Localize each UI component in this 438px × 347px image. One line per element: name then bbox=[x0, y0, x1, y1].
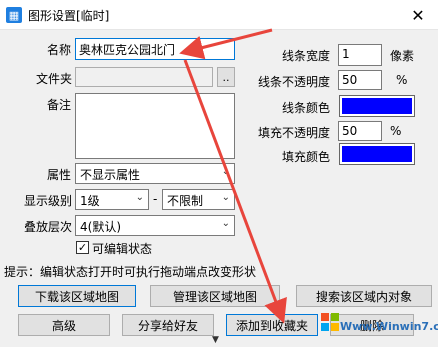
chevron-down-icon: ⌄ bbox=[221, 166, 230, 177]
fill-color-label: 填充颜色 bbox=[281, 150, 330, 164]
level-label: 显示级别 bbox=[24, 194, 73, 208]
windows-logo-icon bbox=[321, 313, 339, 331]
layer-select-value: 4(默认) bbox=[80, 220, 121, 234]
scroll-down-icon[interactable]: ▼ bbox=[212, 335, 219, 345]
level-from-value: 1级 bbox=[80, 194, 100, 208]
attr-label: 属性 bbox=[47, 168, 72, 182]
add-favorite-button[interactable]: 添加到收藏夹 bbox=[226, 314, 318, 336]
line-opacity-unit: % bbox=[396, 73, 408, 87]
folder-label: 文件夹 bbox=[36, 72, 73, 86]
line-opacity-label: 线条不透明度 bbox=[257, 75, 330, 89]
watermark-text: Www.Winwin7.com bbox=[340, 320, 438, 333]
note-textarea[interactable] bbox=[75, 93, 235, 159]
title-bar: ▦ 图形设置[临时] ✕ bbox=[0, 0, 438, 30]
line-opacity-input[interactable]: 50 bbox=[338, 70, 382, 90]
chevron-down-icon: ⌄ bbox=[221, 218, 230, 229]
attr-select-value: 不显示属性 bbox=[80, 168, 141, 182]
layer-select[interactable]: 4(默认) ⌄ bbox=[75, 215, 235, 236]
folder-input[interactable] bbox=[75, 67, 213, 87]
editable-checkbox[interactable]: ✓ bbox=[76, 241, 89, 254]
manage-area-map-button[interactable]: 管理该区域地图 bbox=[150, 285, 280, 307]
name-input[interactable]: 奥林匹克公园北门 bbox=[75, 38, 235, 60]
close-button[interactable]: ✕ bbox=[406, 3, 430, 27]
hint-text: 提示：编辑状态打开时可执行拖动端点改变形状 bbox=[4, 265, 257, 279]
line-width-input[interactable]: 1 bbox=[338, 44, 382, 66]
note-label: 备注 bbox=[47, 98, 72, 112]
line-width-unit: 像素 bbox=[390, 49, 415, 63]
level-separator: - bbox=[153, 192, 158, 206]
folder-browse-button[interactable]: .. bbox=[217, 67, 235, 87]
name-label: 名称 bbox=[47, 43, 72, 57]
layer-label: 叠放层次 bbox=[24, 220, 73, 234]
share-button[interactable]: 分享给好友 bbox=[122, 314, 214, 336]
fill-opacity-label: 填充不透明度 bbox=[257, 126, 330, 140]
chevron-down-icon: ⌄ bbox=[135, 192, 144, 203]
editable-label: 可编辑状态 bbox=[92, 242, 153, 256]
fill-opacity-input[interactable]: 50 bbox=[338, 121, 382, 141]
chevron-down-icon: ⌄ bbox=[221, 192, 230, 203]
line-color-label: 线条颜色 bbox=[281, 101, 330, 115]
level-to-value: 不限制 bbox=[167, 194, 204, 208]
fill-opacity-unit: % bbox=[390, 124, 402, 138]
search-area-objects-button[interactable]: 搜索该区域内对象 bbox=[296, 285, 432, 307]
level-from-select[interactable]: 1级 ⌄ bbox=[75, 189, 149, 210]
app-icon: ▦ bbox=[6, 7, 22, 23]
download-area-map-button[interactable]: 下载该区域地图 bbox=[18, 285, 136, 307]
level-to-select[interactable]: 不限制 ⌄ bbox=[162, 189, 235, 210]
advanced-button[interactable]: 高级 bbox=[18, 314, 110, 336]
attr-select[interactable]: 不显示属性 ⌄ bbox=[75, 163, 235, 184]
line-color-swatch[interactable] bbox=[339, 95, 415, 117]
line-width-label: 线条宽度 bbox=[281, 49, 330, 63]
fill-color-swatch[interactable] bbox=[339, 143, 415, 165]
window-title: 图形设置[临时] bbox=[28, 9, 110, 23]
